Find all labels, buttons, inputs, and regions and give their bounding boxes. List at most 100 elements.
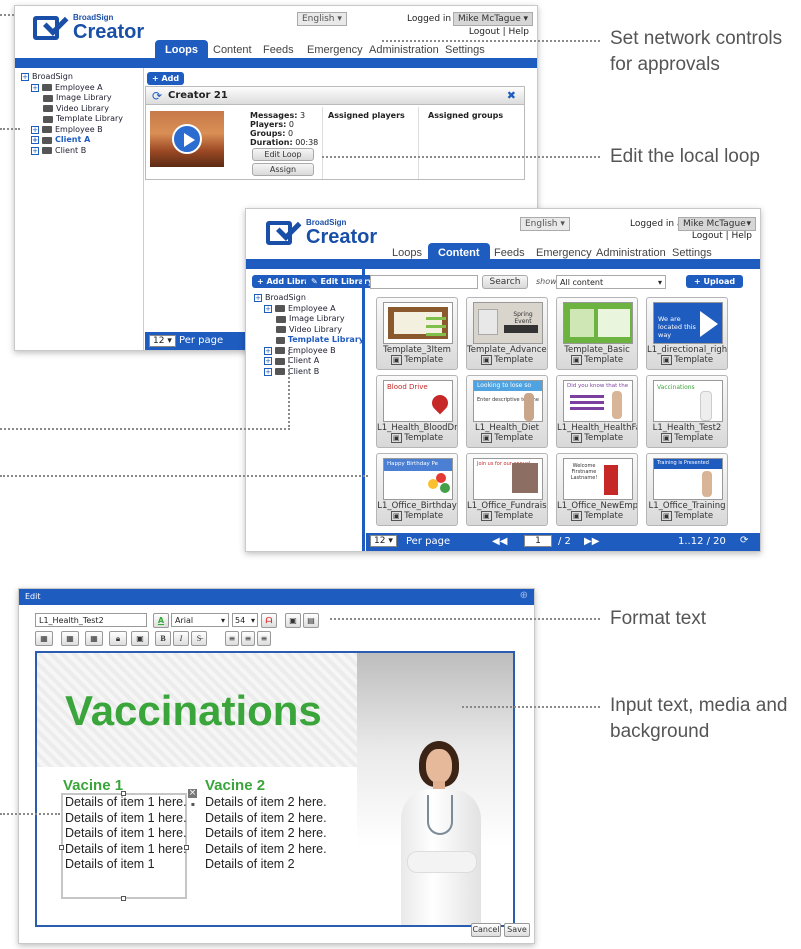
column2-text[interactable]: Details of item 2 here. Details of item … bbox=[205, 795, 329, 873]
close-icon[interactable]: ✖ bbox=[507, 89, 516, 102]
doctor-image[interactable] bbox=[387, 741, 497, 925]
show-filter-select[interactable]: All content ▾ bbox=[556, 275, 666, 289]
template-tile[interactable]: Template_3Item ▣ Template bbox=[376, 297, 458, 370]
bring-forward-button[interactable]: ▣ bbox=[285, 613, 301, 628]
folder-icon bbox=[275, 347, 285, 355]
template-tile[interactable]: Vaccinations L1_Health_Test2 ▣ Template bbox=[646, 375, 728, 448]
align-right-button[interactable]: ≡ bbox=[257, 631, 271, 646]
template-tile[interactable]: Looking to lose so Enter descriptive text… bbox=[466, 375, 548, 448]
tree-item-video-library[interactable]: Video Library bbox=[21, 104, 141, 115]
resize-handle[interactable] bbox=[184, 845, 189, 850]
lock-button[interactable]: 🔒︎ bbox=[109, 631, 127, 646]
loop-thumbnail[interactable] bbox=[150, 111, 224, 167]
tree-item-employee-b[interactable]: + Employee B bbox=[254, 346, 364, 357]
language-select[interactable]: English ▾ bbox=[520, 217, 570, 231]
column1-text[interactable]: Details of item 1 here. Details of item … bbox=[65, 795, 187, 873]
tree-item-image-library[interactable]: Image Library bbox=[21, 93, 141, 104]
user-select[interactable]: Mike McTague ▾ bbox=[453, 12, 533, 26]
user-select[interactable]: Mike McTague ▾ bbox=[678, 217, 756, 231]
add-image-button[interactable]: ▦ bbox=[35, 631, 53, 646]
tab-feeds[interactable]: Feeds bbox=[253, 40, 304, 60]
dialog-options-icon[interactable]: ⊕ bbox=[520, 590, 528, 601]
upload-button[interactable]: + Upload bbox=[686, 275, 744, 288]
name-input[interactable]: L1_Health_Test2 bbox=[35, 613, 147, 627]
edit-library-button[interactable]: ✎ Edit Library bbox=[306, 275, 379, 288]
template-tile[interactable]: Did you know that the L1_Health_HealthFac… bbox=[556, 375, 638, 448]
tab-settings[interactable]: Settings bbox=[435, 40, 495, 60]
italic-button[interactable]: I bbox=[173, 631, 189, 646]
template-name: L1_Health_HealthFact bbox=[557, 423, 637, 433]
send-backward-button[interactable]: ▤ bbox=[303, 613, 319, 628]
heading-text[interactable]: Vaccinations bbox=[65, 687, 322, 735]
tree-item-employee-a[interactable]: + Employee A bbox=[254, 304, 364, 315]
previous-page-icon[interactable]: ◀◀ bbox=[492, 536, 507, 547]
template-tile[interactable]: Happy Birthday Pe L1_Office_Birthday ▣ Tem… bbox=[376, 453, 458, 526]
lock-icon[interactable]: ▪ bbox=[191, 801, 195, 808]
assign-button[interactable]: Assign bbox=[252, 163, 314, 176]
template-tile[interactable]: We are located this way L1_directional_ri… bbox=[646, 297, 728, 370]
search-input[interactable] bbox=[370, 275, 478, 289]
font-size-select[interactable]: 54 ▾ bbox=[232, 613, 258, 627]
template-name: L1_Office_NewEmploye bbox=[557, 501, 637, 511]
add-video-button[interactable]: ▦ bbox=[61, 631, 79, 646]
logout-help-links[interactable]: Logout | Help bbox=[469, 27, 529, 37]
play-icon[interactable] bbox=[172, 124, 202, 154]
refresh-icon[interactable]: ⟳ bbox=[740, 535, 748, 546]
column1-title[interactable]: Vacine 1 bbox=[63, 777, 123, 794]
refresh-icon[interactable]: ⟳ bbox=[152, 89, 162, 103]
save-button[interactable]: Save bbox=[504, 923, 530, 937]
next-page-icon[interactable]: ▶▶ bbox=[584, 536, 599, 547]
align-center-button[interactable]: ≡ bbox=[241, 631, 255, 646]
language-select[interactable]: English ▾ bbox=[297, 12, 347, 26]
column1-textbox[interactable]: Details of item 1 here. Details of item … bbox=[59, 789, 197, 901]
template-tile[interactable]: Join us for our annual L1_Office_Fundrais… bbox=[466, 453, 548, 526]
tree-item-template-library[interactable]: Template Library bbox=[254, 335, 364, 346]
tree-item-broadsign[interactable]: + BroadSign bbox=[254, 293, 364, 304]
tab-loops[interactable]: Loops bbox=[155, 40, 208, 60]
template-tile[interactable]: Welcome Firstname Lastname! L1_Office_New… bbox=[556, 453, 638, 526]
tree-item-client-b[interactable]: + Client B bbox=[21, 146, 141, 157]
template-tile[interactable]: Blood Drive L1_Health_BloodDrive▣ Templat… bbox=[376, 375, 458, 448]
strike-button[interactable]: S̶ bbox=[191, 631, 207, 646]
background-button[interactable]: ▣ bbox=[131, 631, 149, 646]
text-color-button[interactable]: A bbox=[153, 613, 169, 628]
template-name: L1_Office_Fundraising bbox=[467, 501, 547, 511]
bold-button[interactable]: B bbox=[155, 631, 171, 646]
page-input[interactable]: 1 bbox=[524, 535, 552, 547]
tree-item-image-library[interactable]: Image Library bbox=[254, 314, 364, 325]
delete-box-icon[interactable]: × bbox=[188, 789, 197, 798]
per-page-select[interactable]: 12 ▾ bbox=[149, 335, 176, 347]
tree-item-client-a[interactable]: + Client A bbox=[254, 356, 364, 367]
tree-item-client-b[interactable]: + Client B bbox=[254, 367, 364, 378]
tree-item-employee-a[interactable]: + Employee A bbox=[21, 83, 141, 94]
template-tile[interactable]: Spring Event Template_Advanced2▣ Template bbox=[466, 297, 548, 370]
tree-item-broadsign[interactable]: + BroadSign bbox=[21, 72, 141, 83]
tree-item-video-library[interactable]: Video Library bbox=[254, 325, 364, 336]
highlight-color-button[interactable]: ᗩ bbox=[261, 613, 277, 628]
align-left-button[interactable]: ≡ bbox=[225, 631, 239, 646]
column2-title[interactable]: Vacine 2 bbox=[205, 777, 265, 794]
leader-line bbox=[322, 156, 600, 158]
template-type: ▣ Template bbox=[557, 511, 637, 521]
resize-handle[interactable] bbox=[59, 845, 64, 850]
template-tile[interactable]: Template_Basic ▣ Template bbox=[556, 297, 638, 370]
chevron-down-icon: ▾ bbox=[250, 616, 255, 625]
resize-handle[interactable] bbox=[121, 896, 126, 901]
edit-loop-button[interactable]: Edit Loop bbox=[252, 148, 314, 161]
tree-item-client-a[interactable]: + Client A bbox=[21, 135, 141, 146]
template-canvas[interactable]: Vaccinations Vacine 1 Details of item 1 … bbox=[35, 651, 515, 927]
cancel-button[interactable]: Cancel bbox=[471, 923, 501, 937]
logout-help-links[interactable]: Logout | Help bbox=[692, 231, 752, 241]
expand-icon: + bbox=[21, 73, 29, 82]
search-button[interactable]: Search bbox=[482, 275, 528, 289]
resize-handle[interactable] bbox=[121, 791, 126, 796]
add-media-button[interactable]: ▦ bbox=[85, 631, 103, 646]
per-page-select[interactable]: 12 ▾ bbox=[370, 535, 397, 547]
page-total: / 2 bbox=[558, 536, 571, 547]
add-button[interactable]: + Add bbox=[147, 72, 185, 85]
tree-item-template-library[interactable]: Template Library bbox=[21, 114, 141, 125]
tree-item-employee-b[interactable]: + Employee B bbox=[21, 125, 141, 136]
creator-logo-icon bbox=[266, 215, 302, 247]
template-tile[interactable]: Training is Presented L1_Office_Training ▣… bbox=[646, 453, 728, 526]
font-select[interactable]: Arial ▾ bbox=[171, 613, 229, 627]
